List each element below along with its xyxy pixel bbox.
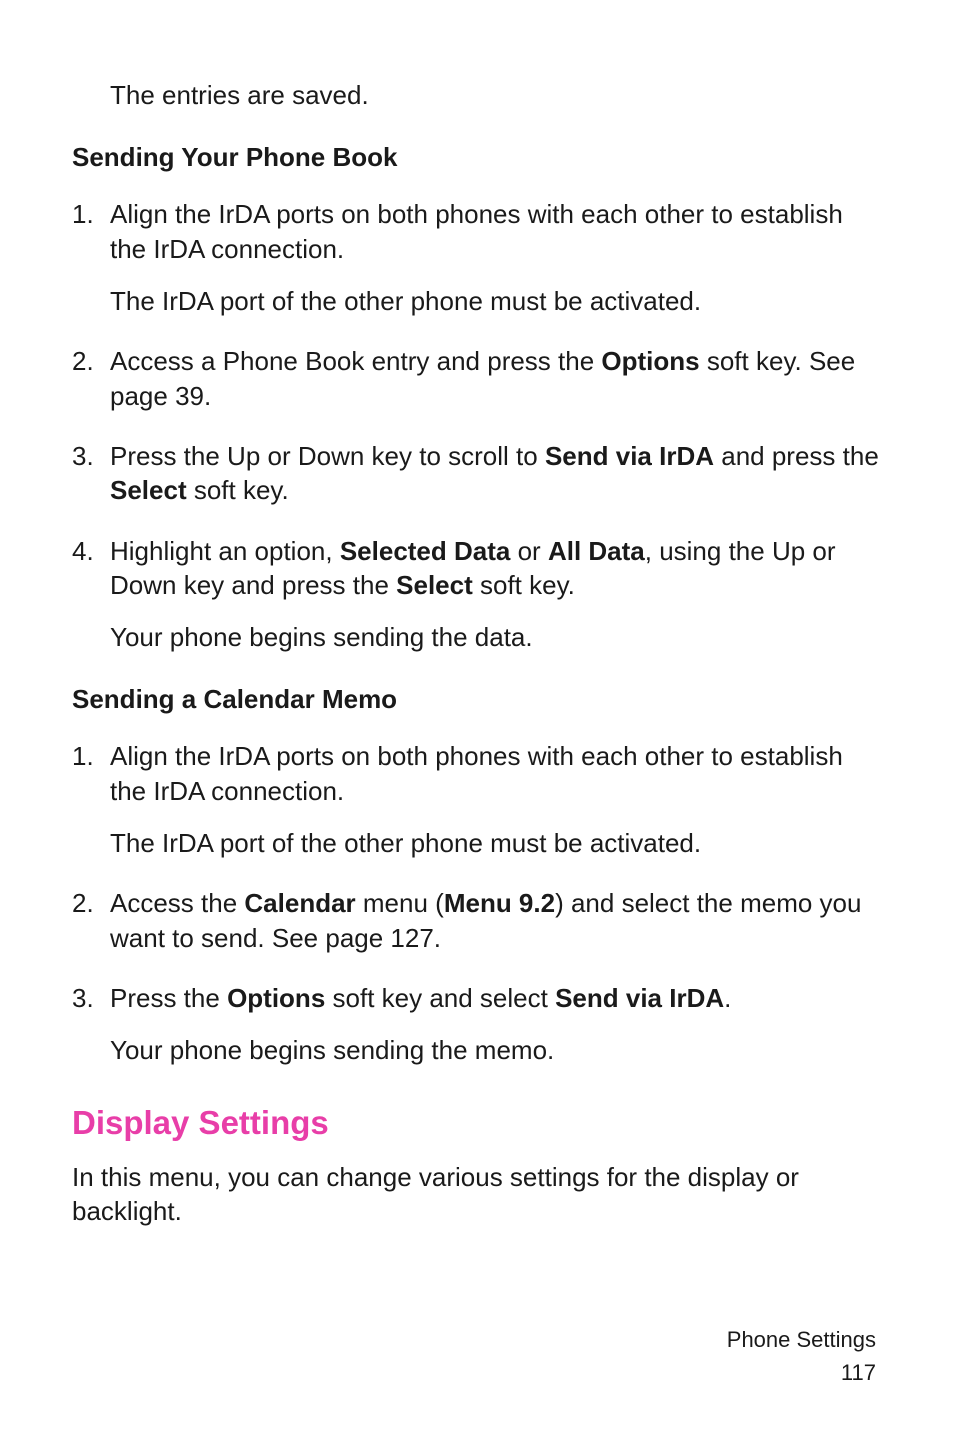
text-run: soft key. <box>187 475 289 505</box>
bold-text: Calendar <box>244 888 355 918</box>
heading-sending-phone-book: Sending Your Phone Book <box>72 142 884 173</box>
list-body: Access the Calendar menu (Menu 9.2) and … <box>110 886 884 955</box>
list-text: Press the Up or Down key to scroll to Se… <box>110 439 884 508</box>
list-item: 3.Press the Up or Down key to scroll to … <box>72 439 884 508</box>
list-body: Highlight an option, Selected Data or Al… <box>110 534 884 655</box>
bold-text: Select <box>396 570 473 600</box>
text-run: Align the IrDA ports on both phones with… <box>110 199 843 263</box>
text-run: Access a Phone Book entry and press the <box>110 346 601 376</box>
text-run: soft key. <box>473 570 575 600</box>
intro-text: The entries are saved. <box>110 78 884 112</box>
bold-text: Select <box>110 475 187 505</box>
list-number: 1. <box>72 197 110 318</box>
list-text: Access the Calendar menu (Menu 9.2) and … <box>110 886 884 955</box>
list-item: 3.Press the Options soft key and select … <box>72 981 884 1068</box>
list-body: Align the IrDA ports on both phones with… <box>110 739 884 860</box>
bold-text: Selected Data <box>340 536 511 566</box>
text-run: menu ( <box>356 888 444 918</box>
list-item: 4.Highlight an option, Selected Data or … <box>72 534 884 655</box>
list-number: 2. <box>72 886 110 955</box>
bold-text: Send via IrDA <box>555 983 724 1013</box>
text-run: Press the <box>110 983 227 1013</box>
list-follow-text: Your phone begins sending the data. <box>110 620 884 654</box>
heading-display-settings: Display Settings <box>72 1104 884 1142</box>
display-settings-text: In this menu, you can change various set… <box>72 1160 884 1229</box>
text-run: Align the IrDA ports on both phones with… <box>110 741 843 805</box>
list-text: Align the IrDA ports on both phones with… <box>110 739 884 808</box>
text-run: soft key and select <box>325 983 555 1013</box>
list-follow-text: The IrDA port of the other phone must be… <box>110 284 884 318</box>
list-number: 1. <box>72 739 110 860</box>
text-run: or <box>510 536 548 566</box>
list-body: Press the Up or Down key to scroll to Se… <box>110 439 884 508</box>
bold-text: Options <box>227 983 325 1013</box>
list-sending-calendar-memo: 1.Align the IrDA ports on both phones wi… <box>72 739 884 1067</box>
list-body: Press the Options soft key and select Se… <box>110 981 884 1068</box>
page-footer: Phone Settings 117 <box>727 1323 876 1389</box>
list-text: Align the IrDA ports on both phones with… <box>110 197 884 266</box>
list-follow-text: The IrDA port of the other phone must be… <box>110 826 884 860</box>
list-sending-phone-book: 1.Align the IrDA ports on both phones wi… <box>72 197 884 654</box>
text-run: Highlight an option, <box>110 536 340 566</box>
footer-label: Phone Settings <box>727 1323 876 1356</box>
text-run: Press the Up or Down key to scroll to <box>110 441 545 471</box>
list-item: 2.Access a Phone Book entry and press th… <box>72 344 884 413</box>
list-number: 2. <box>72 344 110 413</box>
bold-text: Options <box>601 346 699 376</box>
text-run: and press the <box>714 441 879 471</box>
heading-sending-calendar-memo: Sending a Calendar Memo <box>72 684 884 715</box>
bold-text: Menu 9.2 <box>444 888 555 918</box>
bold-text: Send via IrDA <box>545 441 714 471</box>
list-text: Access a Phone Book entry and press the … <box>110 344 884 413</box>
list-item: 1.Align the IrDA ports on both phones wi… <box>72 739 884 860</box>
list-item: 1.Align the IrDA ports on both phones wi… <box>72 197 884 318</box>
list-item: 2.Access the Calendar menu (Menu 9.2) an… <box>72 886 884 955</box>
text-run: Access the <box>110 888 244 918</box>
list-text: Highlight an option, Selected Data or Al… <box>110 534 884 603</box>
bold-text: All Data <box>548 536 645 566</box>
list-text: Press the Options soft key and select Se… <box>110 981 884 1015</box>
list-number: 3. <box>72 439 110 508</box>
text-run: . <box>724 983 731 1013</box>
list-body: Align the IrDA ports on both phones with… <box>110 197 884 318</box>
footer-page-number: 117 <box>727 1356 876 1389</box>
list-follow-text: Your phone begins sending the memo. <box>110 1033 884 1067</box>
list-number: 3. <box>72 981 110 1068</box>
list-body: Access a Phone Book entry and press the … <box>110 344 884 413</box>
list-number: 4. <box>72 534 110 655</box>
